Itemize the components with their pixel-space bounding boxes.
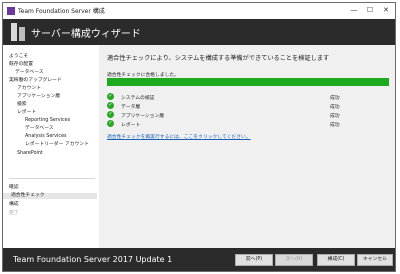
check-icon: ✓	[107, 120, 114, 127]
check-icon: ✓	[107, 111, 114, 118]
check-row: ✓ レポート 成功	[107, 120, 389, 129]
check-name: レポート	[121, 123, 141, 128]
check-icon: ✓	[107, 93, 114, 100]
wizard-nav: ようこそ 既存の配置 データベース 実稼働のアップグレード アカウント アプリケ…	[3, 45, 99, 248]
nav-divider	[9, 178, 95, 179]
status-text: 適合性チェックに合格しました。	[107, 73, 179, 78]
wizard-banner: サーバー構成ウィザード	[3, 19, 395, 45]
nav-item-reporting[interactable]: レポート	[17, 110, 36, 116]
maximize-icon[interactable]: ☐	[363, 4, 377, 16]
previous-button[interactable]: 前へ(P)	[235, 254, 273, 266]
next-button[interactable]: 次へ(N)	[275, 254, 313, 266]
configure-button[interactable]: 構成(C)	[317, 254, 355, 266]
nav-item-analysis-services[interactable]: Analysis Services	[25, 134, 67, 140]
check-name: データ層	[121, 105, 141, 110]
nav-item-complete: 完了	[9, 211, 19, 216]
check-result: 成功	[330, 105, 340, 110]
nav-item-production-upgrade[interactable]: 実稼働のアップグレード	[9, 78, 62, 84]
nav-item-database[interactable]: データベース	[15, 70, 44, 76]
nav-item-reporting-services[interactable]: Reporting Services	[25, 118, 70, 124]
wizard-footer: Team Foundation Server 2017 Update 1 前へ(…	[3, 248, 395, 271]
nav-item-welcome[interactable]: ようこそ	[9, 54, 28, 60]
nav-item-application-tier[interactable]: アプリケーション層	[17, 94, 60, 100]
nav-item-configure[interactable]: 構成	[9, 202, 19, 208]
wizard-window: Team Foundation Server 構成 — ☐ ✕ サーバー構成ウィ…	[2, 2, 396, 272]
check-row: ✓ アプリケーション層 成功	[107, 111, 389, 120]
nav-item-sharepoint[interactable]: SharePoint	[17, 151, 43, 157]
nav-item-existing-deployment[interactable]: 既存の配置	[9, 62, 33, 68]
window-title: Team Foundation Server 構成	[18, 8, 105, 15]
nav-item-search[interactable]: 検索	[17, 102, 27, 108]
nav-item-readiness-checks[interactable]: 適合性チェック	[3, 193, 97, 199]
check-result: 成功	[330, 114, 340, 119]
nav-item-account[interactable]: アカウント	[17, 86, 41, 92]
rerun-checks-link[interactable]: 適合性チェックを再実行するには、ここをクリックしてください。	[107, 133, 251, 140]
product-name: Team Foundation Server 2017 Update 1	[13, 255, 173, 264]
app-icon	[7, 7, 15, 15]
check-name: システムの検証	[121, 96, 155, 101]
check-row: ✓ システムの検証 成功	[107, 93, 389, 102]
page-headline: 適合性チェックにより、システムを構成する準備ができていることを検証します	[107, 55, 330, 62]
check-row: ✓ データ層 成功	[107, 102, 389, 111]
close-icon[interactable]: ✕	[379, 4, 393, 16]
progress-bar	[107, 78, 389, 86]
check-result: 成功	[330, 96, 340, 101]
progress-fill	[107, 78, 389, 86]
nav-item-review[interactable]: 確認	[9, 185, 19, 191]
title-bar: Team Foundation Server 構成 — ☐ ✕	[3, 3, 395, 19]
main-panel: 適合性チェックにより、システムを構成する準備ができていることを検証します 適合性…	[99, 45, 395, 248]
minimize-icon[interactable]: —	[347, 4, 361, 16]
check-icon: ✓	[107, 102, 114, 109]
check-result: 成功	[330, 123, 340, 128]
check-name: アプリケーション層	[121, 114, 165, 119]
cancel-button[interactable]: キャンセル	[357, 254, 393, 266]
nav-item-report-reader-account[interactable]: レポートリーダー アカウント	[25, 142, 89, 148]
server-icon	[11, 23, 29, 41]
wizard-title: サーバー構成ウィザード	[31, 29, 141, 40]
nav-item-report-database[interactable]: データベース	[25, 126, 54, 132]
